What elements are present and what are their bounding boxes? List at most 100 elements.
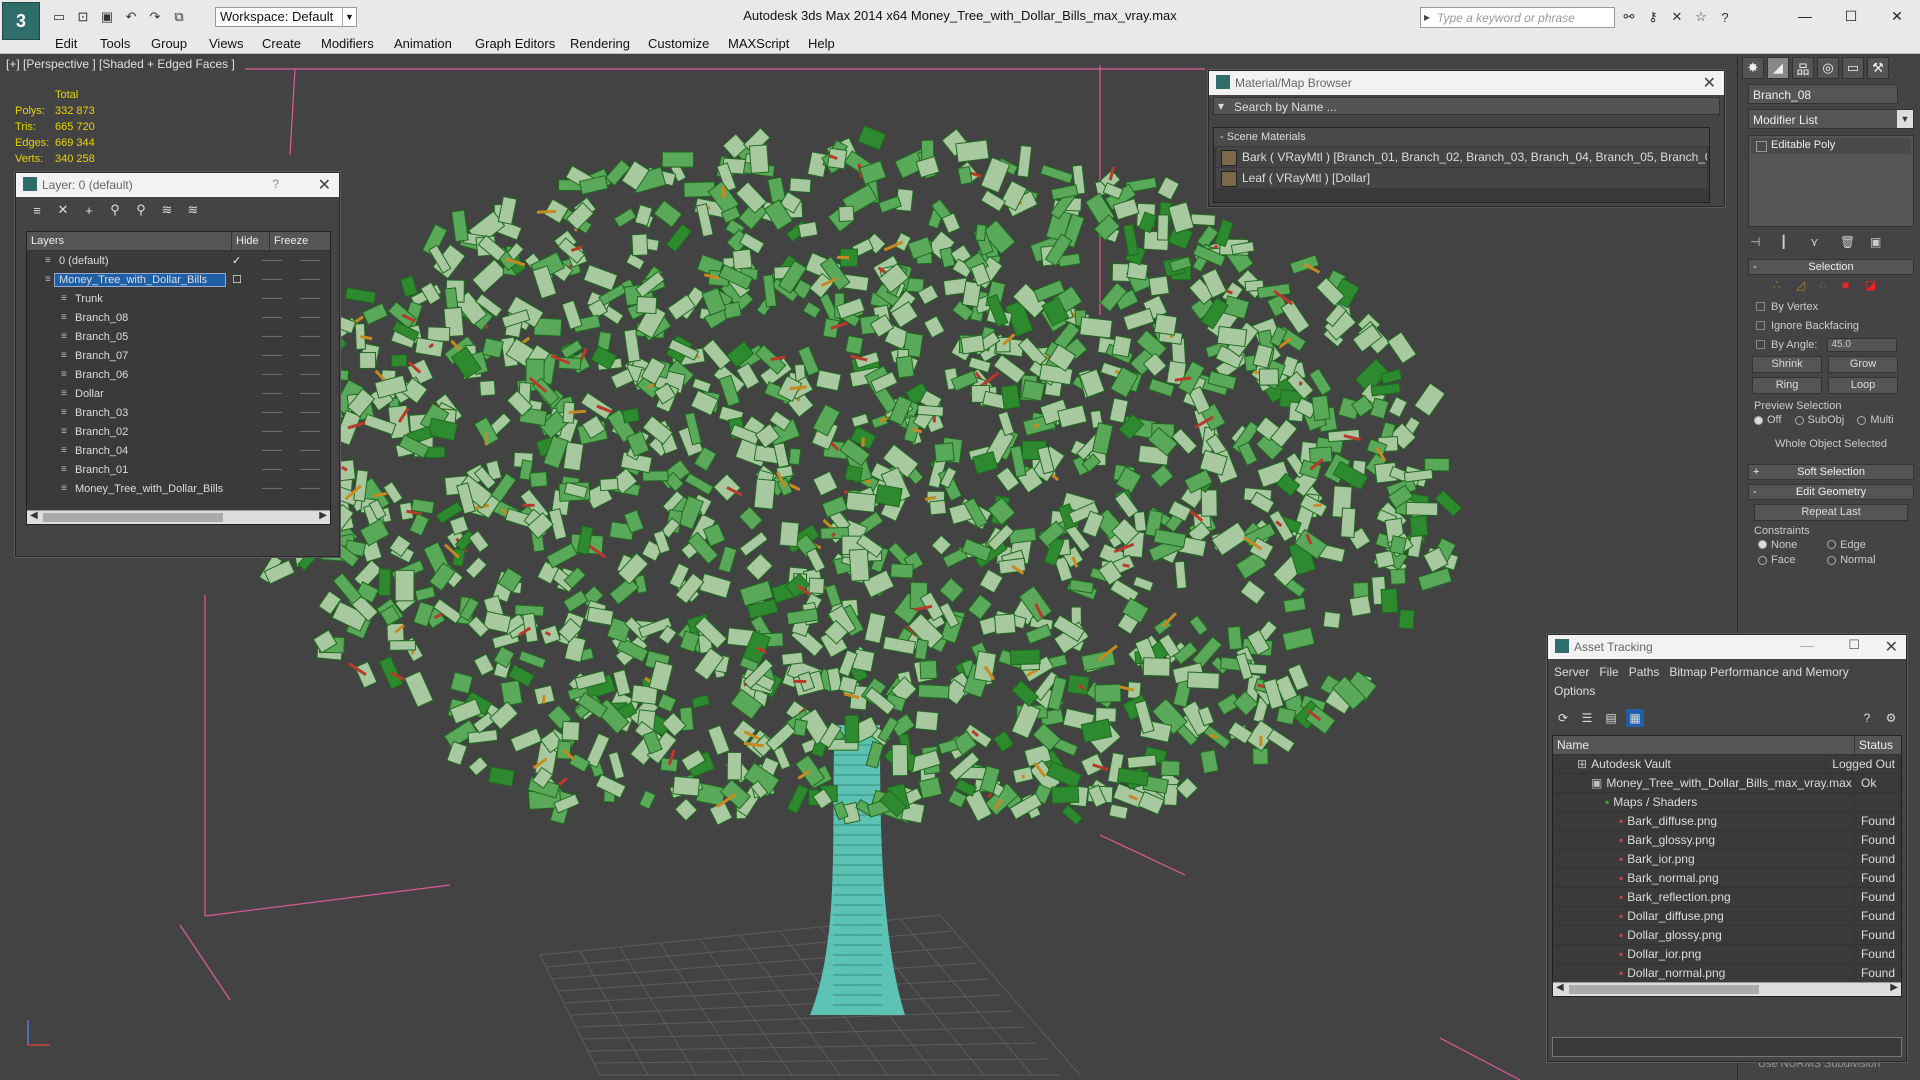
hide-toggle[interactable]: ——: [262, 464, 282, 475]
hide-toggle[interactable]: ——: [262, 407, 282, 418]
scrollbar-thumb[interactable]: [1569, 985, 1759, 994]
maximize-icon[interactable]: ☐: [1848, 637, 1860, 653]
create-tab-icon[interactable]: ✸: [1742, 57, 1764, 79]
modify-tab-icon[interactable]: ◢: [1767, 57, 1789, 79]
hide-toggle[interactable]: ——: [262, 426, 282, 437]
close-icon[interactable]: ✕: [318, 175, 331, 195]
select-objects-icon[interactable]: ⚲: [106, 202, 124, 218]
angle-spinner[interactable]: 45.0: [1827, 337, 1898, 352]
asset-row[interactable]: ▪ Maps / Shaders: [1553, 793, 1901, 812]
layer-row[interactable]: ≡ Branch_01 —— ——: [27, 460, 330, 479]
asset-row[interactable]: ▪ Dollar_glossy.png Found: [1553, 926, 1901, 945]
menu-rendering[interactable]: Rendering: [570, 36, 630, 51]
minimize-icon[interactable]: —: [1800, 637, 1814, 653]
menu-customize[interactable]: Customize: [648, 36, 709, 51]
constraint-face-radio[interactable]: Face: [1758, 554, 1814, 566]
asset-row[interactable]: ▪ Bark_glossy.png Found: [1553, 831, 1901, 850]
help-icon[interactable]: ?: [1858, 709, 1876, 727]
refresh-icon[interactable]: ⟳: [1554, 709, 1572, 727]
layer-row[interactable]: ≡ Branch_03 —— ——: [27, 403, 330, 422]
binoculars-icon[interactable]: ⚯: [1620, 8, 1638, 26]
menu-views[interactable]: Views: [209, 36, 243, 51]
freeze-toggle[interactable]: ——: [300, 312, 320, 323]
create-layer-icon[interactable]: ≡: [28, 202, 46, 218]
menu-server[interactable]: Server: [1554, 665, 1589, 679]
by-angle-checkbox[interactable]: By Angle: 45.0: [1748, 335, 1914, 354]
shrink-button[interactable]: Shrink: [1752, 356, 1822, 373]
menu-file[interactable]: File: [1599, 665, 1618, 679]
settings-icon[interactable]: ⚙: [1882, 709, 1900, 727]
close-icon[interactable]: ✕: [1885, 637, 1898, 657]
material-item[interactable]: Leaf ( VRayMtl ) [Dollar]: [1216, 168, 1707, 188]
col-layers[interactable]: Layers: [27, 232, 232, 250]
freeze-toggle[interactable]: ——: [300, 445, 320, 456]
layer-row[interactable]: ≡ Branch_06 —— ——: [27, 365, 330, 384]
stack-item-editable-poly[interactable]: Editable Poly: [1751, 138, 1911, 154]
freeze-toggle[interactable]: ——: [300, 331, 320, 342]
minimize-icon[interactable]: —: [1782, 4, 1828, 28]
grow-button[interactable]: Grow: [1828, 356, 1898, 373]
preview-subobj-radio[interactable]: SubObj: [1794, 414, 1844, 426]
constraint-edge-radio[interactable]: Edge: [1827, 539, 1866, 551]
layer-row[interactable]: ≡ Branch_02 —— ——: [27, 422, 330, 441]
close-icon[interactable]: ✕: [1874, 4, 1920, 28]
table-view-icon[interactable]: ▦: [1626, 709, 1644, 727]
border-icon[interactable]: ◌: [1819, 278, 1834, 293]
freeze-toggle[interactable]: ——: [300, 464, 320, 475]
layer-row[interactable]: ≡ Money_Tree_with_Dollar_Bills —— ——: [27, 479, 330, 498]
help-icon[interactable]: ?: [1716, 8, 1734, 26]
remove-modifier-icon[interactable]: 🗑: [1840, 235, 1856, 251]
list-view-icon[interactable]: ☰: [1578, 709, 1596, 727]
material-item[interactable]: Bark ( VRayMtl ) [Branch_01, Branch_02, …: [1216, 147, 1707, 167]
ring-button[interactable]: Ring: [1752, 377, 1822, 394]
constraint-normal-radio[interactable]: Normal: [1827, 554, 1876, 566]
asset-row[interactable]: ▪ Bark_normal.png Found: [1553, 869, 1901, 888]
hide-all-icon[interactable]: ≋: [158, 202, 176, 218]
constraint-none-radio[interactable]: None: [1758, 539, 1814, 551]
asset-row[interactable]: ⊞ Autodesk Vault Logged Out: [1553, 755, 1901, 774]
menu-options[interactable]: Options: [1554, 684, 1595, 698]
layer-row[interactable]: ≡ 0 (default) —— —— ✓: [27, 251, 330, 270]
layer-row[interactable]: ≡ Dollar —— ——: [27, 384, 330, 403]
freeze-all-icon[interactable]: ≋: [184, 202, 202, 218]
chevron-right-icon[interactable]: ▶: [1890, 982, 1898, 993]
layer-row[interactable]: ≡ Branch_08 —— ——: [27, 308, 330, 327]
search-input[interactable]: Type a keyword or phrase: [1420, 7, 1615, 28]
layer-row[interactable]: ≡ Trunk —— ——: [27, 289, 330, 308]
display-tab-icon[interactable]: ▭: [1842, 57, 1864, 79]
menu-maxscript[interactable]: MAXScript: [728, 36, 789, 51]
col-name[interactable]: Name: [1553, 736, 1855, 754]
delete-layer-icon[interactable]: ✕: [54, 202, 72, 218]
exchange-icon[interactable]: ✕: [1668, 8, 1686, 26]
hide-toggle[interactable]: ——: [262, 293, 282, 304]
freeze-toggle[interactable]: ——: [300, 350, 320, 361]
edge-icon[interactable]: ◿: [1796, 278, 1811, 293]
repeat-last-button[interactable]: Repeat Last: [1754, 503, 1908, 521]
menu-modifiers[interactable]: Modifiers: [321, 36, 374, 51]
preview-multi-radio[interactable]: Multi: [1857, 414, 1894, 426]
freeze-toggle[interactable]: ——: [300, 426, 320, 437]
hide-toggle[interactable]: ——: [262, 483, 282, 494]
key-icon[interactable]: ⚷: [1644, 8, 1662, 26]
scene-materials-group[interactable]: - Scene Materials: [1214, 128, 1709, 146]
hide-toggle[interactable]: ——: [262, 331, 282, 342]
layer-row[interactable]: ≡ Branch_07 —— ——: [27, 346, 330, 365]
asset-row[interactable]: ▪ Dollar_normal.png Found: [1553, 964, 1901, 983]
asset-tracking-titlebar[interactable]: Asset Tracking — ☐ ✕: [1548, 635, 1906, 659]
asset-row[interactable]: ▪ Dollar_ior.png Found: [1553, 945, 1901, 964]
hide-toggle[interactable]: ——: [262, 312, 282, 323]
material-search-input[interactable]: Search by Name ...: [1213, 97, 1720, 115]
detail-view-icon[interactable]: ▤: [1602, 709, 1620, 727]
menu-tools[interactable]: Tools: [100, 36, 130, 51]
configure-sets-icon[interactable]: ▣: [1870, 235, 1886, 251]
help-icon[interactable]: ?: [272, 177, 279, 191]
polygon-icon[interactable]: ■: [1842, 278, 1857, 293]
app-menu-button[interactable]: 3: [2, 2, 40, 40]
menu-group[interactable]: Group: [151, 36, 187, 51]
asset-row[interactable]: ▪ Bark_diffuse.png Found: [1553, 812, 1901, 831]
star-icon[interactable]: ☆: [1692, 8, 1710, 26]
hide-toggle[interactable]: ——: [262, 445, 282, 456]
maximize-icon[interactable]: ☐: [1828, 4, 1874, 28]
hide-toggle[interactable]: ——: [262, 274, 282, 285]
freeze-toggle[interactable]: ——: [300, 293, 320, 304]
